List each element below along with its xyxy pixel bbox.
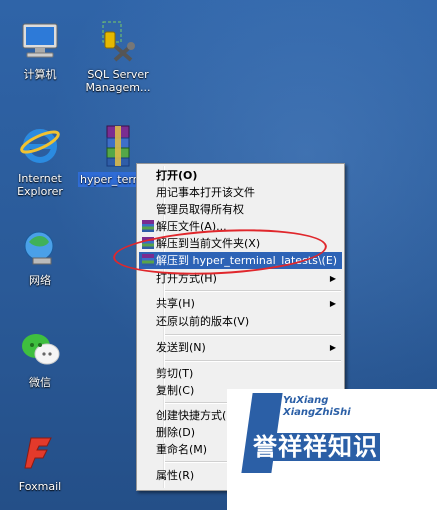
foxmail-icon — [17, 430, 63, 476]
desktop-icon-label: 计算机 — [23, 68, 57, 81]
sql-server-icon — [95, 18, 141, 64]
network-icon — [17, 224, 63, 270]
desktop-icon-label: 网络 — [29, 274, 51, 287]
winrar-archive-icon — [95, 122, 141, 168]
watermark-chinese: 誉祥祥知识 — [251, 433, 380, 461]
menu-item-share[interactable]: 共享(H) ▶ — [139, 295, 342, 312]
winrar-icon — [142, 220, 154, 232]
desktop-icon-computer[interactable]: 计算机 — [0, 18, 80, 81]
menu-item-open-with-notepad[interactable]: 用记事本打开该文件 — [139, 184, 342, 201]
desktop-icon-foxmail[interactable]: Foxmail — [0, 430, 80, 493]
computer-icon — [17, 18, 63, 64]
internet-explorer-icon — [17, 122, 63, 168]
wechat-icon — [17, 326, 63, 372]
desktop-icon-label: Internet Explorer — [17, 172, 63, 198]
submenu-arrow-icon: ▶ — [329, 274, 336, 283]
desktop-icon-label: 微信 — [29, 376, 51, 389]
desktop-icon-label: Foxmail — [18, 480, 62, 493]
menu-item-send-to[interactable]: 发送到(N) ▶ — [139, 339, 342, 356]
menu-item-open[interactable]: 打开(O) — [139, 167, 342, 184]
desktop-icon-wechat[interactable]: 微信 — [0, 326, 80, 389]
menu-item-restore-previous-versions[interactable]: 还原以前的版本(V) — [139, 313, 342, 330]
watermark-logo: YuXiang XiangZhiShi 誉祥祥知识 — [227, 389, 437, 510]
menu-separator — [165, 360, 341, 362]
submenu-arrow-icon: ▶ — [329, 343, 336, 352]
watermark-english: YuXiang XiangZhiShi — [283, 395, 351, 418]
menu-separator — [165, 290, 341, 292]
desktop-icon-label: SQL Server Managem... — [85, 68, 151, 94]
menu-item-take-ownership[interactable]: 管理员取得所有权 — [139, 201, 342, 218]
desktop-icon-internet-explorer[interactable]: Internet Explorer — [0, 122, 80, 198]
desktop-icon-network[interactable]: 网络 — [0, 224, 80, 287]
menu-item-cut[interactable]: 剪切(T) — [139, 365, 342, 382]
desktop-icon-sql-server[interactable]: SQL Server Managem... — [78, 18, 158, 94]
menu-separator — [165, 334, 341, 336]
submenu-arrow-icon: ▶ — [329, 299, 336, 308]
